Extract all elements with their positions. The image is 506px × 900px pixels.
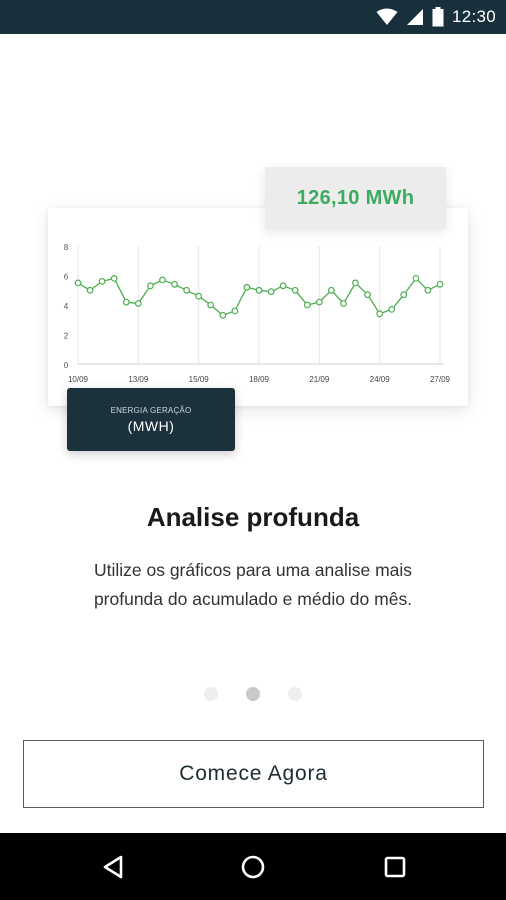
data-point <box>340 300 347 307</box>
data-point <box>424 286 432 294</box>
page-description: Utilize os gráficos para uma analise mai… <box>93 560 413 609</box>
y-tick-label: 6 <box>64 273 69 282</box>
data-point <box>86 286 94 294</box>
data-point <box>315 298 323 306</box>
data-point <box>291 286 299 294</box>
data-point <box>183 286 191 294</box>
chart-label-unit: (MWH) <box>127 417 175 434</box>
x-tick-label: 10/09 <box>68 375 89 384</box>
data-point <box>279 282 287 290</box>
data-point <box>400 291 408 299</box>
y-tick-label: 0 <box>64 361 69 370</box>
data-point <box>303 301 311 309</box>
data-point <box>98 277 106 285</box>
chart-label-card: ENERGIA GERAÇÃO (MWH) <box>67 388 235 451</box>
data-point <box>159 276 166 284</box>
x-tick-label: 15/09 <box>189 375 210 384</box>
navigation-bar <box>0 833 506 900</box>
data-point <box>171 280 178 288</box>
status-bar: 12:30 <box>0 0 506 34</box>
data-point <box>412 274 420 282</box>
data-point <box>134 300 142 307</box>
data-point <box>267 288 275 296</box>
x-tick-label: 13/09 <box>128 375 149 384</box>
energy-line-chart: 0 2 4 6 8 10/09 13/09 15/09 18/09 21/09 24/09 27/09 <box>64 243 451 384</box>
back-icon[interactable] <box>97 851 129 883</box>
data-point <box>146 282 154 290</box>
pager-dots <box>0 687 506 703</box>
data-point <box>231 307 239 315</box>
chart-card: 0 2 4 6 8 10/09 13/09 15/09 18/09 21/09 24/09 27/09 <box>48 208 468 406</box>
y-tick-label: 4 <box>64 302 69 311</box>
x-tick-label: 24/09 <box>370 375 391 384</box>
x-tick-label: 27/09 <box>430 375 451 384</box>
onboarding-illustration: 0 2 4 6 8 10/09 13/09 15/09 18/09 21/09 24/09 27/09… <box>0 150 506 470</box>
data-point <box>207 301 215 309</box>
page-title: Analise profunda <box>146 502 360 532</box>
start-now-button[interactable]: Comece Agora <box>23 740 484 808</box>
home-icon[interactable] <box>237 851 269 883</box>
wifi-icon <box>376 8 398 26</box>
data-point <box>110 274 118 282</box>
data-point <box>364 291 372 299</box>
status-time: 12:30 <box>451 7 496 26</box>
total-value-card: 126,10 MWh <box>265 167 446 229</box>
data-point <box>243 283 251 291</box>
status-icons: 12:30 <box>376 0 496 34</box>
data-point <box>436 280 444 288</box>
data-point <box>388 305 396 313</box>
x-tick-label: 21/09 <box>309 375 330 384</box>
recents-icon[interactable] <box>379 851 411 883</box>
y-tick-label: 8 <box>64 243 69 252</box>
data-point <box>74 279 82 287</box>
data-point <box>122 298 130 306</box>
chart-label-small: ENERGIA GERAÇÃO <box>110 405 192 415</box>
pager-dot[interactable] <box>246 687 260 701</box>
pager-dot[interactable] <box>204 687 218 701</box>
pager-dot[interactable] <box>288 687 302 701</box>
data-point <box>352 279 359 287</box>
data-point <box>219 311 227 319</box>
total-energy-value: 126,10 MWh <box>296 186 415 209</box>
data-point <box>255 286 263 294</box>
x-tick-label: 18/09 <box>249 375 270 384</box>
data-point <box>328 286 335 294</box>
y-tick-label: 2 <box>64 332 69 341</box>
data-point <box>195 292 203 300</box>
battery-icon <box>432 7 444 27</box>
data-point <box>376 310 384 318</box>
signal-icon <box>406 8 424 26</box>
